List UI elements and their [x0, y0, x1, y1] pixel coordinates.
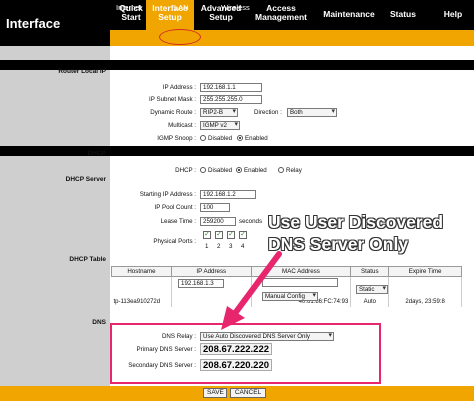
subtab-internet[interactable]: Internet: [116, 3, 141, 12]
brand-title: Interface: [0, 0, 110, 46]
lease-time-field[interactable]: 259200: [200, 217, 236, 226]
lease-time-label: Lease Time :: [160, 218, 196, 225]
subnet-mask-field[interactable]: 255.255.255.0: [200, 95, 262, 104]
tab-status[interactable]: Status: [386, 10, 420, 19]
dns-relay-label: DNS Relay :: [161, 333, 196, 340]
pool-count-label: IP Pool Count :: [154, 204, 196, 211]
tab-interface-setup-line2: Setup: [158, 12, 182, 22]
col-hostname: Hostname: [111, 266, 172, 277]
port-2-checkbox[interactable]: ✓: [215, 231, 223, 239]
callout-text: Use User Discovered DNS Server Only: [268, 211, 464, 255]
secondary-dns-label: Secondary DNS Server :: [128, 362, 196, 369]
port-1-checkbox[interactable]: ✓: [203, 231, 211, 239]
multicast-select[interactable]: IGMP v2: [200, 121, 240, 130]
dhcp-relay-radio[interactable]: [278, 167, 284, 173]
tab-help[interactable]: Help: [440, 10, 466, 19]
dhcp-disabled-text: Disabled: [208, 167, 233, 174]
ip-address-label: IP Address :: [162, 84, 196, 91]
lease-time-unit: seconds: [239, 218, 263, 225]
pool-count-field[interactable]: 100: [200, 203, 230, 212]
physical-ports-label: Physical Ports :: [153, 238, 196, 245]
snoop-enabled-radio[interactable]: [237, 135, 243, 141]
callout-arrow-shaft: [230, 251, 282, 319]
tab-access-management[interactable]: Access Management: [250, 4, 312, 22]
subtab-lan[interactable]: LAN: [174, 3, 189, 12]
col-status: Status: [350, 266, 390, 277]
tab-maintenance[interactable]: Maintenance: [320, 10, 378, 19]
dynamic-route-select[interactable]: RIP2-B: [200, 108, 238, 117]
section-dhcp: DHCP: [87, 150, 106, 157]
dynamic-route-label: Dynamic Route :: [150, 109, 196, 116]
cancel-button[interactable]: CANCEL: [230, 388, 266, 398]
side-column: [0, 46, 110, 401]
section-router-local-ip: Router Local IP: [58, 68, 106, 75]
save-button[interactable]: SAVE: [203, 388, 227, 398]
col-expire-time: Expire Time: [388, 266, 462, 277]
secondary-dns-field[interactable]: 208.67.220.220: [200, 359, 273, 371]
port-4-checkbox[interactable]: ✓: [239, 231, 247, 239]
igmp-snoop-label: IGMP Snoop :: [157, 135, 196, 142]
direction-select[interactable]: Both: [287, 108, 337, 117]
callout-arrow: [221, 251, 282, 330]
dhcp-mode-label: DHCP :: [175, 167, 196, 174]
starting-ip-label: Starting IP Address :: [139, 191, 196, 198]
row-expire: 2days, 23:59:8: [388, 276, 462, 307]
snoop-enabled-text: Enabled: [245, 135, 268, 142]
multicast-label: Multicast :: [168, 122, 196, 129]
tab-quick-start-line2: Start: [121, 12, 141, 22]
snoop-disabled-text: Disabled: [208, 135, 233, 142]
section-dhcp-table: DHCP Table: [69, 256, 106, 263]
dhcp-enabled-text: Enabled: [244, 167, 267, 174]
lan-highlight-circle: [159, 29, 201, 45]
section-dns: DNS: [92, 319, 106, 326]
port-3-label: 3: [229, 243, 233, 250]
dhcp-enabled-radio[interactable]: [236, 167, 242, 173]
row-hostname: tp-113ea910272d: [111, 276, 172, 307]
callout-line-1: Use User Discovered: [268, 212, 444, 232]
primary-dns-field[interactable]: 208.67.222.222: [200, 343, 273, 355]
subtab-wireless[interactable]: Wireless: [221, 3, 250, 12]
port-3-checkbox[interactable]: ✓: [227, 231, 235, 239]
callout-line-2: DNS Server Only: [268, 234, 409, 254]
snoop-disabled-radio[interactable]: [200, 135, 206, 141]
port-1-label: 1: [205, 243, 209, 250]
dns-relay-select[interactable]: Use Auto Discovered DNS Server Only: [200, 332, 334, 341]
direction-label: Direction :: [254, 109, 282, 116]
port-2-label: 2: [217, 243, 221, 250]
dhcp-disabled-radio[interactable]: [200, 167, 206, 173]
starting-ip-field[interactable]: 192.168.1.2: [200, 190, 256, 199]
status-select[interactable]: Static: [356, 285, 388, 294]
table-header-row: Hostname IP Address MAC Address Status E…: [111, 266, 462, 277]
tab-access-management-line2: Management: [255, 12, 307, 22]
ip-address-field[interactable]: 192.168.1.1: [200, 83, 262, 92]
tab-advanced-setup-line2: Setup: [209, 12, 233, 22]
dhcp-relay-text: Relay: [286, 167, 302, 174]
subnet-mask-label: IP Subnet Mask :: [148, 96, 196, 103]
section-dhcp-server: DHCP Server: [65, 176, 106, 183]
port-4-label: 4: [241, 243, 245, 250]
primary-dns-label: Primary DNS Server :: [136, 346, 196, 353]
